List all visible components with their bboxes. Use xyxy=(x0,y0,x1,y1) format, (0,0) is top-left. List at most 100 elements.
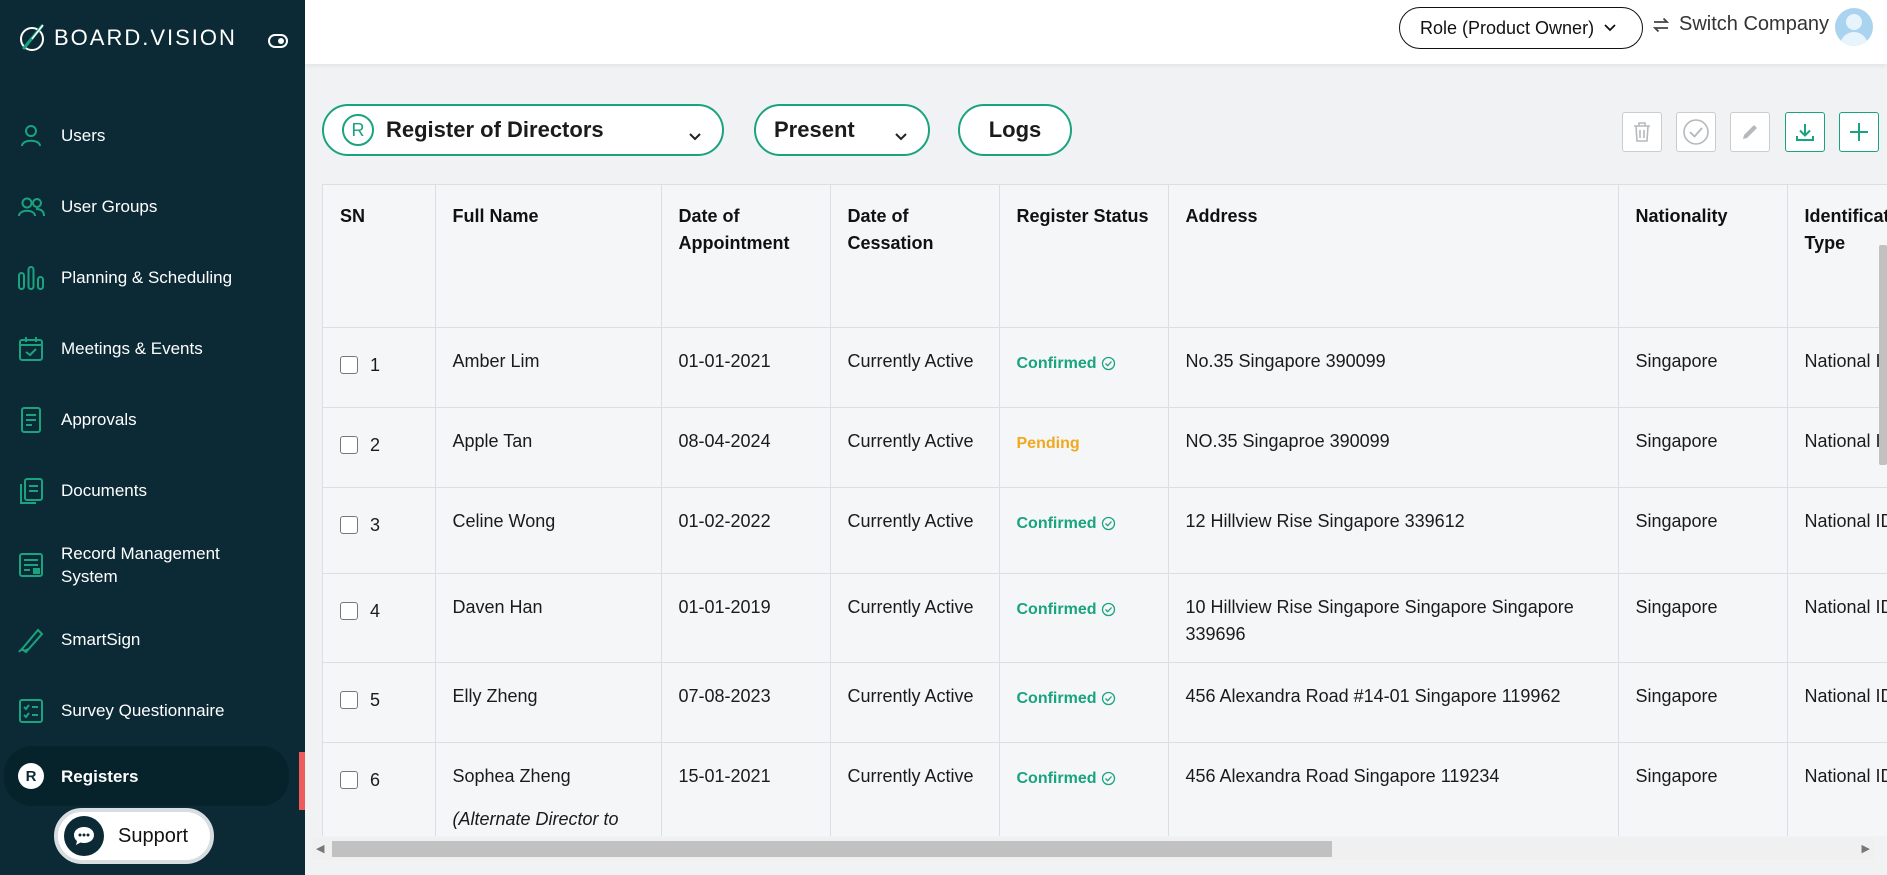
sidebar-item-label: Planning & Scheduling xyxy=(61,268,233,287)
sidebar-toggle-icon[interactable] xyxy=(268,34,288,48)
column-header-nationality[interactable]: Nationality xyxy=(1618,185,1788,328)
confirm-button[interactable] xyxy=(1676,112,1716,152)
sidebar-item-planning-scheduling[interactable]: Planning & Scheduling xyxy=(0,242,305,313)
sidebar-item-label: Record Management System xyxy=(61,544,220,586)
check-circle-icon xyxy=(1101,516,1115,530)
download-button[interactable] xyxy=(1785,112,1825,152)
plus-icon xyxy=(1850,123,1868,141)
register-table: SN Full Name Date of Appointment Date of… xyxy=(322,184,1887,836)
horizontal-scrollbar[interactable]: ◀ ▶ xyxy=(312,838,1874,860)
status-badge: Confirmed xyxy=(1017,763,1116,792)
column-header-full-name[interactable]: Full Name xyxy=(435,185,662,328)
user-icon xyxy=(21,124,41,146)
bar-chart-icon xyxy=(18,265,44,290)
sidebar-item-users[interactable]: Users xyxy=(0,100,305,171)
delete-button[interactable] xyxy=(1622,112,1662,152)
scroll-right-icon[interactable]: ▶ xyxy=(1862,842,1870,855)
period-select[interactable]: Present xyxy=(754,104,930,156)
sidebar-item-survey-questionnaire[interactable]: Survey Questionnaire xyxy=(0,675,305,746)
sidebar-item-label: User Groups xyxy=(61,197,158,216)
register-badge: R xyxy=(342,114,374,146)
table-header-row: SN Full Name Date of Appointment Date of… xyxy=(323,185,1887,328)
sidebar-item-documents[interactable]: Documents xyxy=(0,455,305,526)
logs-label: Logs xyxy=(988,117,1042,142)
brand-name: BOARD.VISION xyxy=(54,25,237,50)
sidebar-item-smartsign[interactable]: SmartSign xyxy=(0,604,305,675)
row-address: 456 Alexandra Road #14-01 Singapore 1199… xyxy=(1168,662,1619,743)
column-header-sn[interactable]: SN xyxy=(323,185,436,328)
document-approve-icon xyxy=(21,406,41,433)
column-header-date-of-cessation[interactable]: Date of Cessation xyxy=(830,185,1000,328)
add-button[interactable] xyxy=(1839,112,1879,152)
row-nationality: Singapore xyxy=(1618,327,1788,408)
row-date-of-cessation: Currently Active xyxy=(830,327,1000,408)
row-date-of-appointment: 01-02-2022 xyxy=(661,487,831,574)
row-name-note: (Alternate Director to xyxy=(452,808,619,829)
vertical-scroll-thumb[interactable] xyxy=(1879,245,1887,465)
row-checkbox[interactable] xyxy=(340,516,358,534)
chevron-down-icon xyxy=(1604,21,1616,35)
support-button[interactable]: Support xyxy=(54,808,214,864)
row-identification-type: National ID xyxy=(1787,662,1887,743)
column-header-identification-type[interactable]: Identification Type xyxy=(1787,185,1887,328)
column-header-register-status[interactable]: Register Status xyxy=(999,185,1169,328)
edit-button[interactable] xyxy=(1730,112,1770,152)
table-row[interactable]: 3 Celine Wong 01-02-2022 Currently Activ… xyxy=(323,487,1887,574)
row-date-of-appointment: 07-08-2023 xyxy=(661,662,831,743)
sidebar-item-label: Registers xyxy=(61,766,139,786)
sidebar-item-meetings-events[interactable]: Meetings & Events xyxy=(0,313,305,384)
scroll-left-icon[interactable]: ◀ xyxy=(316,842,324,855)
chat-bubble-icon xyxy=(64,816,104,856)
table-row[interactable]: 6 Sophea Zheng (Alternate Director to 15… xyxy=(323,742,1887,836)
table-row[interactable]: 4 Daven Han 01-01-2019 Currently Active … xyxy=(323,573,1887,663)
sidebar-item-label: Meetings & Events xyxy=(61,339,203,358)
row-sn: 5 xyxy=(370,689,381,710)
row-date-of-cessation: Currently Active xyxy=(830,487,1000,574)
row-sn: 1 xyxy=(370,354,381,375)
sidebar-item-record-management-system[interactable]: Record Management System xyxy=(0,526,305,604)
register-select[interactable]: R Register of Directors xyxy=(322,104,724,156)
sidebar-item-user-groups[interactable]: User Groups xyxy=(0,171,305,242)
status-badge: Confirmed xyxy=(1017,594,1116,623)
row-sn: 2 xyxy=(370,434,381,455)
table-row[interactable]: 5 Elly Zheng 07-08-2023 Currently Active… xyxy=(323,662,1887,743)
switch-company-button[interactable]: Switch Company xyxy=(1651,13,1829,36)
check-circle-icon xyxy=(1101,691,1115,705)
role-dropdown[interactable]: Role (Product Owner) xyxy=(1399,7,1643,49)
checklist-icon xyxy=(19,698,43,723)
calendar-check-icon xyxy=(19,336,43,361)
row-nationality: Singapore xyxy=(1618,487,1788,574)
row-date-of-cessation: Currently Active xyxy=(830,407,1000,488)
status-badge: Pending xyxy=(1016,434,1080,452)
table-row[interactable]: 2 Apple Tan 08-04-2024 Currently Active … xyxy=(323,407,1887,488)
table-row[interactable]: 1 Amber Lim 01-01-2021 Currently Active … xyxy=(323,327,1887,408)
sidebar-item-label: Users xyxy=(61,126,106,145)
sidebar-item-registers[interactable]: R Registers xyxy=(4,746,289,806)
row-checkbox[interactable] xyxy=(340,691,358,709)
sidebar-item-approvals[interactable]: Approvals xyxy=(0,384,305,455)
row-nationality: Singapore xyxy=(1618,407,1788,488)
row-identification-type: National ID xyxy=(1787,487,1887,574)
logs-button[interactable]: Logs xyxy=(958,104,1072,156)
support-label: Support xyxy=(118,824,189,847)
row-checkbox[interactable] xyxy=(340,771,358,789)
brand-logo[interactable]: BOARD.VISION xyxy=(16,22,237,54)
row-full-name: Celine Wong xyxy=(435,487,662,574)
avatar[interactable] xyxy=(1835,8,1873,46)
sidebar-item-label: Documents xyxy=(61,481,147,500)
row-identification-type: National ID xyxy=(1787,327,1887,408)
row-checkbox[interactable] xyxy=(340,602,358,620)
column-header-date-of-appointment[interactable]: Date of Appointment xyxy=(661,185,831,328)
row-nationality: Singapore xyxy=(1618,742,1788,836)
column-header-address[interactable]: Address xyxy=(1168,185,1619,328)
row-identification-type: National ID xyxy=(1787,573,1887,663)
status-badge: Confirmed xyxy=(1017,348,1116,377)
row-checkbox[interactable] xyxy=(340,356,358,374)
row-address: NO.35 Singaproe 390099 xyxy=(1168,407,1619,488)
row-identification-type: National ID xyxy=(1787,407,1887,488)
period-select-value: Present xyxy=(774,117,855,142)
row-full-name: Sophea Zheng xyxy=(452,765,571,786)
row-checkbox[interactable] xyxy=(340,436,358,454)
sidebar-item-label: Approvals xyxy=(61,410,137,429)
horizontal-scroll-thumb[interactable] xyxy=(332,841,1332,857)
